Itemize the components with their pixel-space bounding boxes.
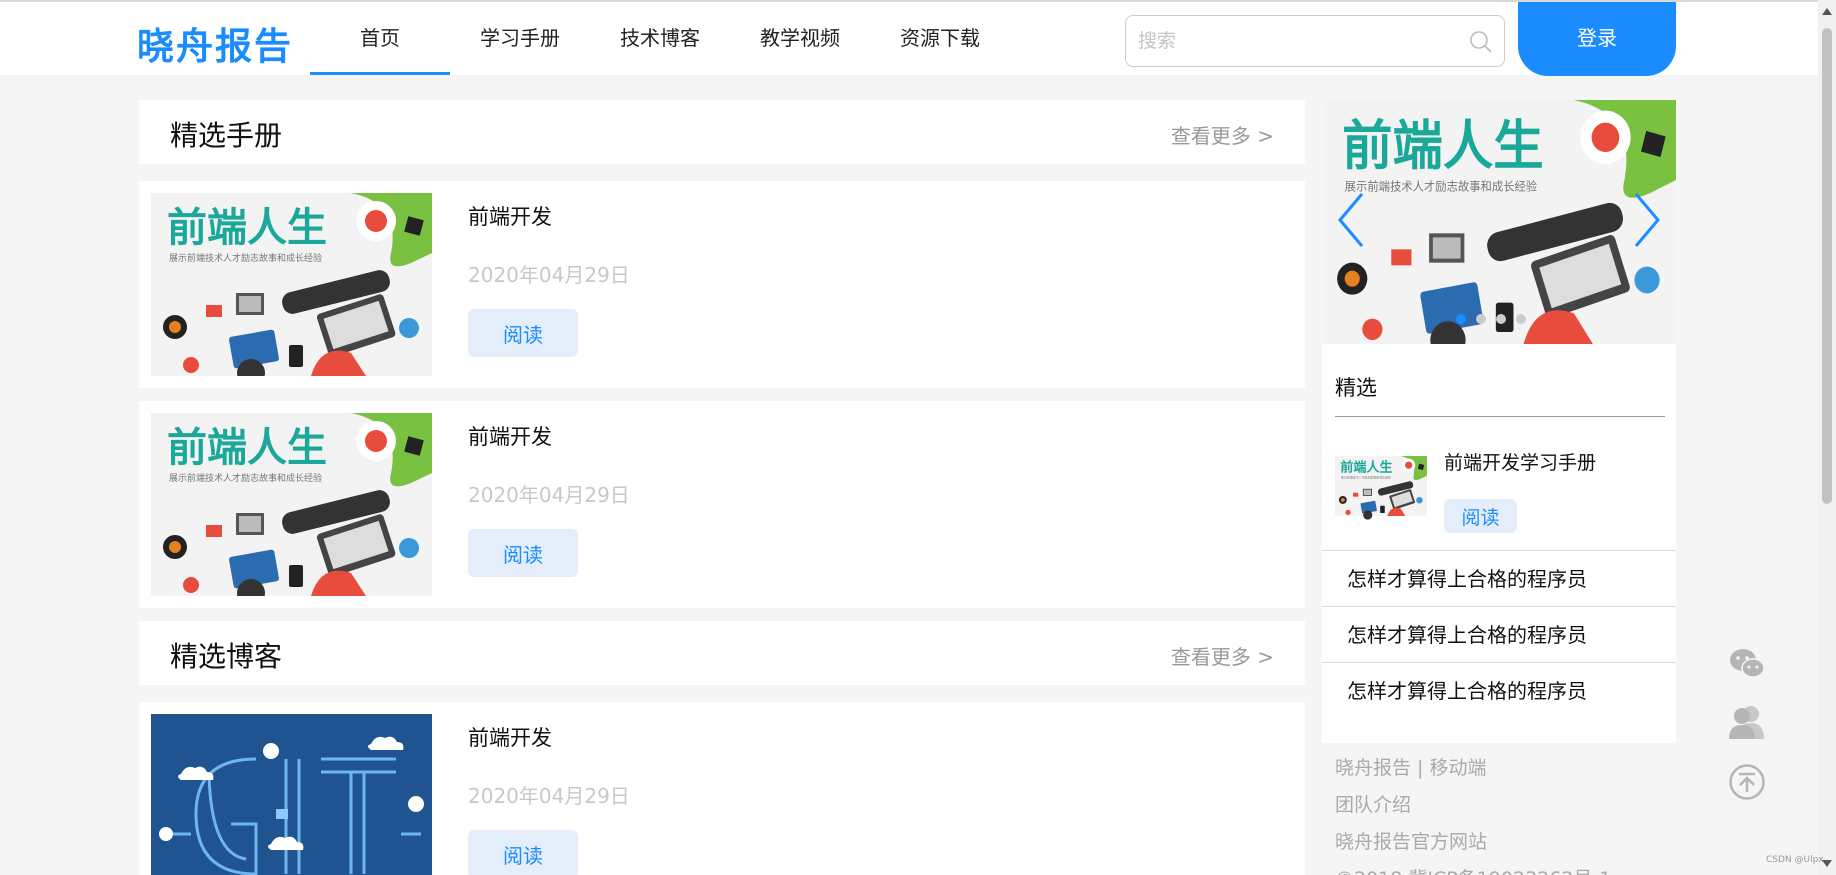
page-scrollbar[interactable] [1818, 0, 1836, 875]
section-title: 精选手册 [170, 119, 283, 152]
card-date: 2020年04月29日 [468, 263, 630, 287]
chevron-left-icon[interactable] [1334, 190, 1368, 250]
card-date: 2020年04月29日 [468, 784, 630, 808]
footer-link-team[interactable]: 团队介绍 [1335, 791, 1611, 828]
search-input[interactable] [1138, 26, 1458, 56]
featured-read-button[interactable]: 阅读 [1444, 499, 1517, 533]
featured-title: 精选 [1335, 376, 1377, 400]
banner-carousel[interactable] [1322, 100, 1676, 344]
view-more-link[interactable]: 查看更多 > [1171, 641, 1274, 670]
card-title[interactable]: 前端开发 [468, 201, 552, 231]
list-item[interactable]: 怎样才算得上合格的程序员 [1322, 606, 1676, 662]
chevron-right-icon[interactable] [1630, 190, 1664, 250]
user-group-icon[interactable] [1728, 703, 1766, 741]
carousel-dot[interactable] [1516, 314, 1526, 324]
divider [1335, 416, 1665, 417]
carousel-image[interactable] [1322, 100, 1676, 344]
view-more-link[interactable]: 查看更多 > [1171, 120, 1274, 149]
card-date: 2020年04月29日 [468, 483, 630, 507]
read-button[interactable]: 阅读 [468, 529, 578, 577]
read-button[interactable]: 阅读 [468, 309, 578, 357]
top-header: 晓舟报告 首页 学习手册 技术博客 教学视频 资源下载 登录 [0, 0, 1818, 76]
scroll-thumb[interactable] [1822, 28, 1832, 504]
card-thumbnail[interactable] [151, 714, 432, 875]
footer-link-home[interactable]: 晓舟报告 [1335, 757, 1411, 779]
handbook-section-header: 精选手册 查看更多 > [139, 100, 1305, 164]
nav-item-home[interactable]: 首页 [310, 2, 450, 75]
back-to-top-icon[interactable] [1728, 763, 1766, 801]
featured-thumbnail[interactable] [1335, 434, 1427, 538]
nav-item-blog[interactable]: 技术博客 [590, 2, 730, 75]
featured-panel: 精选 前端开发学习手册 阅读 怎样才算得上合格的程序员 怎样才算得上合格的程序员… [1322, 344, 1676, 743]
handbook-card: 前端开发 2020年04月29日 阅读 [139, 401, 1305, 608]
carousel-dots [1456, 314, 1526, 324]
footer-link-mobile[interactable]: 移动端 [1430, 757, 1487, 779]
card-title[interactable]: 前端开发 [468, 722, 552, 752]
nav-item-handbook[interactable]: 学习手册 [450, 2, 590, 75]
card-thumbnail[interactable] [151, 413, 432, 596]
section-title: 精选博客 [170, 640, 283, 673]
carousel-dot[interactable] [1476, 314, 1486, 324]
blog-section-header: 精选博客 查看更多 > [139, 621, 1305, 685]
sidebar-footer: 晓舟报告 | 移动端 团队介绍 晓舟报告官方网站 ©2018 冀ICP备1902… [1335, 754, 1611, 875]
card-title[interactable]: 前端开发 [468, 421, 552, 451]
card-thumbnail[interactable] [151, 193, 432, 376]
nav-item-video[interactable]: 教学视频 [730, 2, 870, 75]
footer-icp: ©2018 冀ICP备19023262号-1 [1335, 865, 1611, 875]
search-box [1125, 15, 1505, 67]
handbook-card: 前端开发 2020年04月29日 阅读 [139, 181, 1305, 388]
search-icon[interactable] [1468, 29, 1494, 55]
blog-card: 前端开发 2020年04月29日 阅读 [139, 702, 1305, 875]
main-nav: 首页 学习手册 技术博客 教学视频 资源下载 [310, 2, 1010, 75]
footer-link-official[interactable]: 晓舟报告官方网站 [1335, 828, 1611, 865]
footer-line: 晓舟报告 | 移动端 [1335, 754, 1611, 791]
read-button[interactable]: 阅读 [468, 830, 578, 875]
carousel-dot[interactable] [1496, 314, 1506, 324]
wechat-icon[interactable] [1728, 645, 1766, 683]
featured-list: 怎样才算得上合格的程序员 怎样才算得上合格的程序员 怎样才算得上合格的程序员 [1322, 550, 1676, 718]
nav-item-download[interactable]: 资源下载 [870, 2, 1010, 75]
scroll-up-arrow[interactable] [1822, 8, 1832, 15]
list-item[interactable]: 怎样才算得上合格的程序员 [1322, 550, 1676, 606]
watermark: CSDN @Ulpx [1766, 855, 1824, 865]
carousel-dot[interactable] [1456, 314, 1466, 324]
list-item[interactable]: 怎样才算得上合格的程序员 [1322, 662, 1676, 718]
footer-separator: | [1411, 757, 1430, 779]
site-logo[interactable]: 晓舟报告 [137, 16, 293, 70]
featured-item-title[interactable]: 前端开发学习手册 [1444, 448, 1596, 475]
login-button[interactable]: 登录 [1518, 2, 1676, 76]
